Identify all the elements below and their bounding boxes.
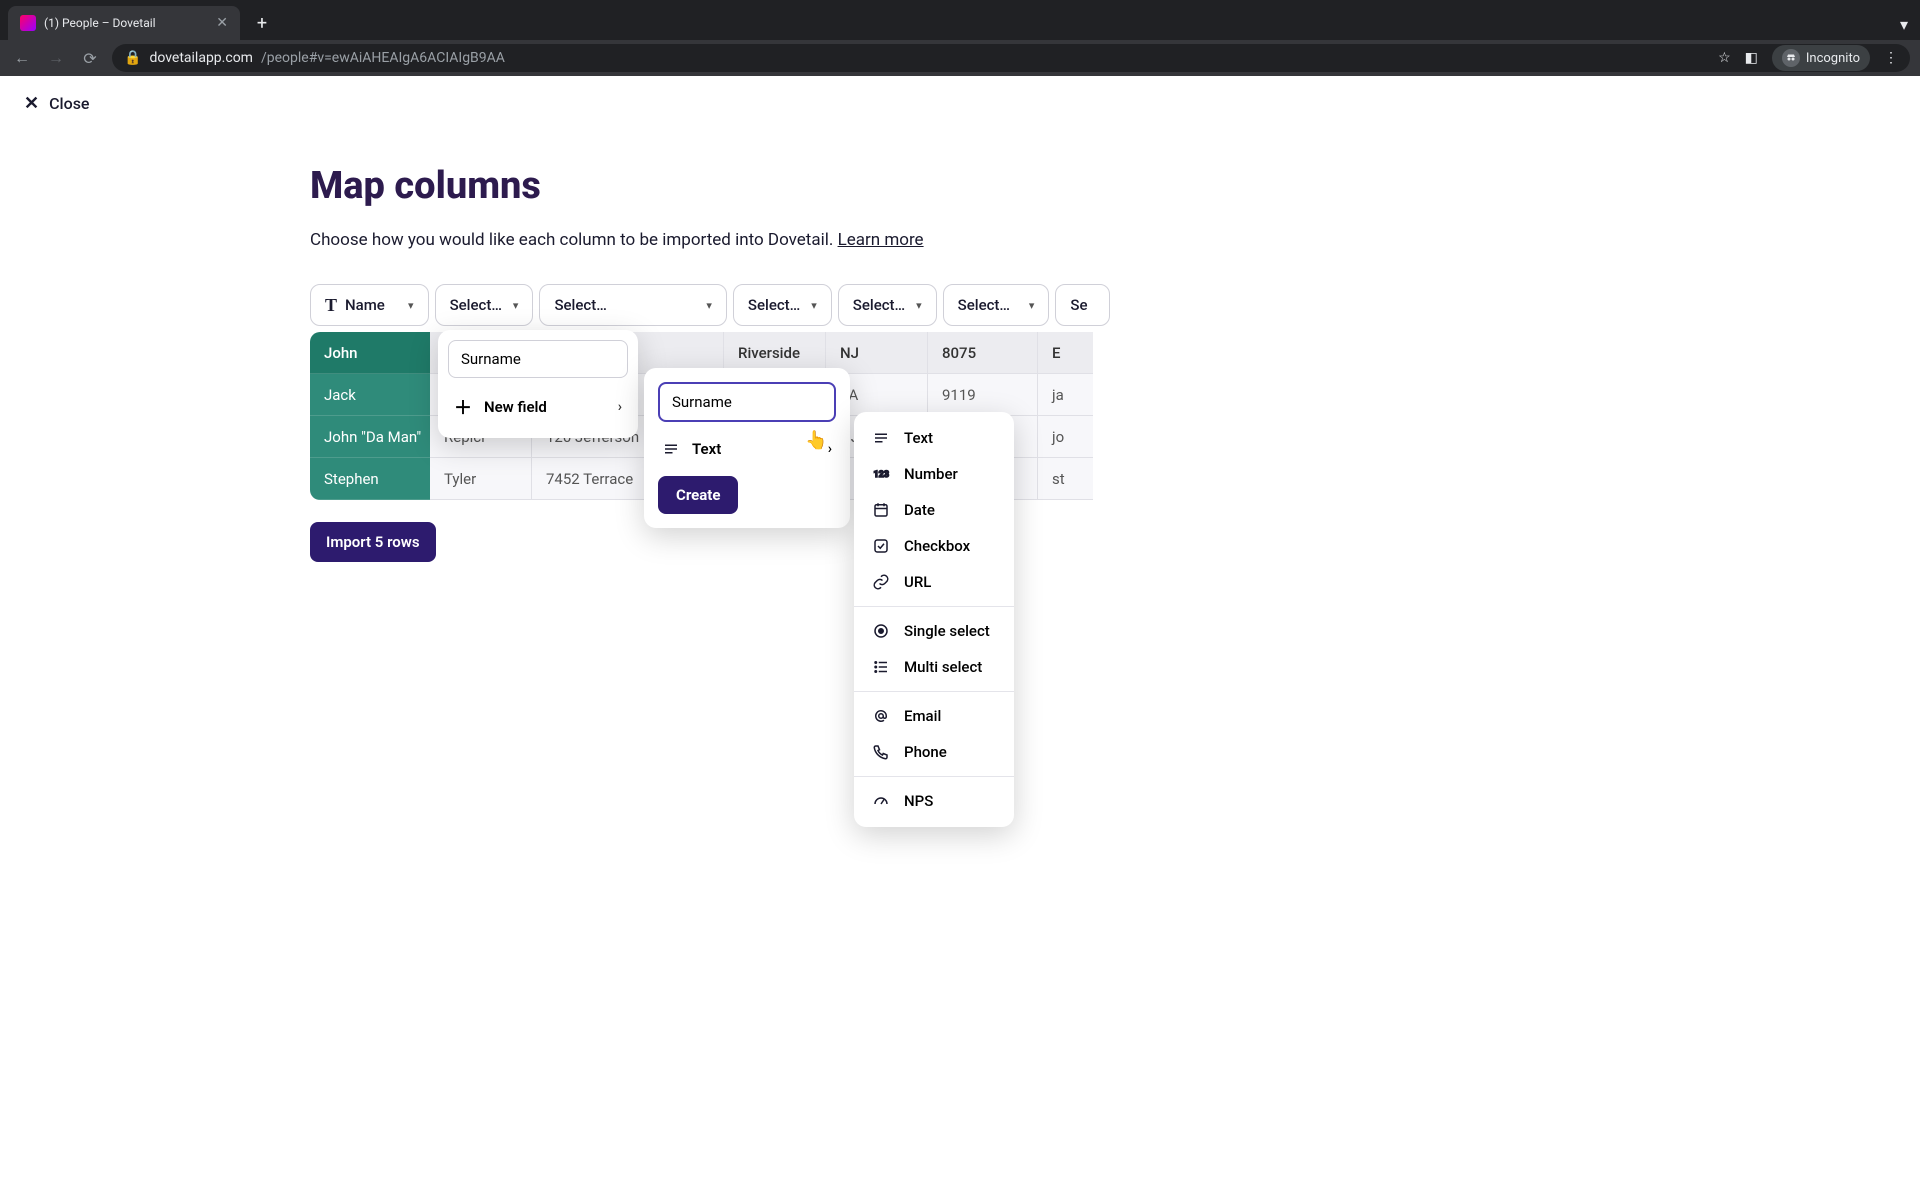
new-field-option[interactable]: ＋ New field › bbox=[448, 386, 628, 428]
cell: st bbox=[1038, 458, 1093, 500]
cell: ja bbox=[1038, 374, 1093, 416]
incognito-icon bbox=[1782, 49, 1800, 67]
field-name-input[interactable] bbox=[658, 382, 836, 422]
lock-icon: 🔒 bbox=[124, 50, 141, 66]
field-search-input[interactable] bbox=[448, 340, 628, 378]
menu-divider bbox=[854, 776, 1014, 777]
cell: jo bbox=[1038, 416, 1093, 458]
cell: E bbox=[1038, 332, 1093, 374]
column-header-7[interactable]: Se bbox=[1055, 284, 1110, 326]
new-tab-button[interactable]: + bbox=[248, 9, 276, 37]
chevron-down-icon: ▾ bbox=[1029, 299, 1035, 312]
phone-icon bbox=[872, 743, 890, 761]
svg-text:123: 123 bbox=[874, 470, 890, 480]
field-type-number[interactable]: 123Number bbox=[854, 456, 1014, 492]
close-button[interactable]: ✕ Close bbox=[24, 93, 90, 114]
learn-more-link[interactable]: Learn more bbox=[838, 230, 924, 250]
number-icon: 123 bbox=[872, 465, 890, 483]
plus-icon: ＋ bbox=[454, 394, 472, 420]
field-type-menu: Text 123Number Date Checkbox URL Single … bbox=[854, 412, 1014, 827]
favicon bbox=[20, 15, 36, 31]
extensions-icon[interactable]: ◧ bbox=[1745, 50, 1758, 66]
column-header-name[interactable]: T Name ▾ bbox=[310, 284, 429, 326]
url-path: /people#v=ewAiAHEAIgA6ACIAIgB9AA bbox=[261, 50, 505, 66]
field-type-nps[interactable]: NPS bbox=[854, 783, 1014, 819]
address-bar[interactable]: 🔒 dovetailapp.com/people#v=ewAiAHEAIgA6A… bbox=[112, 44, 1910, 72]
create-button[interactable]: Create bbox=[658, 476, 738, 514]
text-type-icon: T bbox=[325, 295, 337, 316]
close-label: Close bbox=[49, 94, 89, 113]
new-field-popover: Text › Create bbox=[644, 368, 850, 528]
column-select-popover: ＋ New field › bbox=[438, 330, 638, 438]
field-type-phone[interactable]: Phone bbox=[854, 734, 1014, 770]
column-header-4[interactable]: Select…▾ bbox=[733, 284, 832, 326]
tab-close-icon[interactable]: ✕ bbox=[216, 15, 228, 31]
column-header-5[interactable]: Select…▾ bbox=[838, 284, 937, 326]
mapping-table: T Name ▾ Select…▾ Select…▾ Select…▾ Sele… bbox=[310, 284, 1110, 562]
chevron-right-icon: › bbox=[828, 441, 832, 457]
menu-divider bbox=[854, 691, 1014, 692]
cell: 8075 bbox=[928, 332, 1038, 374]
browser-tab[interactable]: (1) People – Dovetail ✕ bbox=[8, 6, 240, 40]
cell: John bbox=[310, 332, 430, 374]
window-controls: ▾ bbox=[1900, 15, 1908, 34]
field-type-multi-select[interactable]: Multi select bbox=[854, 649, 1014, 685]
close-icon: ✕ bbox=[24, 93, 39, 114]
page-close-bar: ✕ Close bbox=[0, 76, 1920, 132]
radio-icon bbox=[872, 622, 890, 640]
incognito-label: Incognito bbox=[1806, 51, 1860, 66]
incognito-badge: Incognito bbox=[1772, 45, 1870, 71]
cell: 9119 bbox=[928, 374, 1038, 416]
tab-bar: (1) People – Dovetail ✕ + ▾ bbox=[0, 0, 1920, 40]
text-icon bbox=[872, 429, 890, 447]
chevron-down-icon: ▾ bbox=[916, 299, 922, 312]
cell: Tyler bbox=[430, 458, 532, 500]
chevron-right-icon: › bbox=[618, 399, 622, 415]
star-icon[interactable]: ☆ bbox=[1718, 50, 1731, 66]
field-type-text[interactable]: Text bbox=[854, 420, 1014, 456]
chevron-down-icon: ▾ bbox=[408, 299, 414, 312]
page-subtitle: Choose how you would like each column to… bbox=[310, 230, 1920, 250]
import-button[interactable]: Import 5 rows bbox=[310, 522, 436, 562]
cell: John "Da Man" bbox=[310, 416, 430, 458]
browser-chrome: (1) People – Dovetail ✕ + ▾ ← → ⟳ 🔒 dove… bbox=[0, 0, 1920, 76]
checkbox-icon bbox=[872, 537, 890, 555]
field-type-checkbox[interactable]: Checkbox bbox=[854, 528, 1014, 564]
field-type-single-select[interactable]: Single select bbox=[854, 613, 1014, 649]
reload-icon[interactable]: ⟳ bbox=[78, 49, 102, 68]
menu-divider bbox=[854, 606, 1014, 607]
chevron-down-icon[interactable]: ▾ bbox=[1900, 15, 1908, 34]
field-type-selector[interactable]: Text › bbox=[658, 432, 836, 466]
gauge-icon bbox=[872, 792, 890, 810]
column-header-2[interactable]: Select…▾ bbox=[435, 284, 534, 326]
cell: Stephen bbox=[310, 458, 430, 500]
calendar-icon bbox=[872, 501, 890, 519]
chevron-down-icon: ▾ bbox=[706, 299, 712, 312]
cell: Jack bbox=[310, 374, 430, 416]
page-content: Map columns Choose how you would like ea… bbox=[0, 132, 1920, 562]
back-icon[interactable]: ← bbox=[10, 48, 34, 68]
field-type-email[interactable]: Email bbox=[854, 698, 1014, 734]
url-domain: dovetailapp.com bbox=[149, 50, 253, 66]
field-type-date[interactable]: Date bbox=[854, 492, 1014, 528]
text-icon bbox=[662, 440, 680, 458]
at-icon bbox=[872, 707, 890, 725]
column-header-6[interactable]: Select…▾ bbox=[943, 284, 1050, 326]
field-type-url[interactable]: URL bbox=[854, 564, 1014, 600]
column-headers: T Name ▾ Select…▾ Select…▾ Select…▾ Sele… bbox=[310, 284, 1110, 326]
kebab-icon[interactable]: ⋮ bbox=[1884, 50, 1898, 66]
chevron-down-icon: ▾ bbox=[513, 299, 519, 312]
column-header-3[interactable]: Select…▾ bbox=[539, 284, 726, 326]
list-icon bbox=[872, 658, 890, 676]
page-title: Map columns bbox=[310, 164, 1920, 208]
chevron-down-icon: ▾ bbox=[811, 299, 817, 312]
toolbar: ← → ⟳ 🔒 dovetailapp.com/people#v=ewAiAHE… bbox=[0, 40, 1920, 76]
link-icon bbox=[872, 573, 890, 591]
tab-title: (1) People – Dovetail bbox=[44, 16, 208, 30]
forward-icon[interactable]: → bbox=[44, 48, 68, 68]
